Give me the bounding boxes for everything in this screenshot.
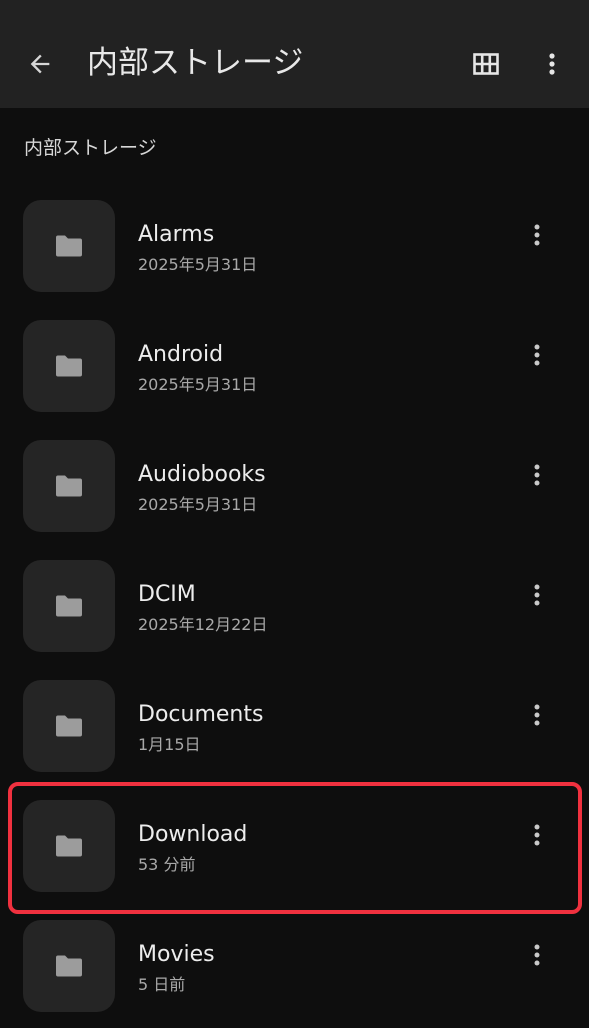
folder-thumbnail: [23, 440, 115, 532]
folder-thumbnail: [23, 320, 115, 412]
item-more-button[interactable]: [515, 693, 559, 737]
folder-thumbnail: [23, 200, 115, 292]
more-options-button[interactable]: [530, 42, 574, 86]
list-item-dcim[interactable]: DCIM 2025年12月22日: [0, 548, 589, 668]
more-vert-icon: [534, 584, 540, 606]
folder-thumbnail: [23, 920, 115, 1012]
item-date: 53 分前: [138, 855, 196, 874]
item-name: Android: [138, 342, 224, 367]
item-name: Audiobooks: [138, 462, 266, 487]
folder-thumbnail: [23, 560, 115, 652]
more-vert-icon: [534, 464, 540, 486]
item-date: 2025年5月31日: [138, 495, 258, 514]
list-item-audiobooks[interactable]: Audiobooks 2025年5月31日: [0, 428, 589, 548]
item-name: Alarms: [138, 222, 215, 247]
folder-icon: [56, 355, 82, 377]
more-vert-icon: [534, 824, 540, 846]
folder-icon: [56, 715, 82, 737]
list-item-alarms[interactable]: Alarms 2025年5月31日: [0, 188, 589, 308]
list-item-movies[interactable]: Movies 5 日前: [0, 908, 589, 1028]
page-title: 内部ストレージ: [87, 45, 304, 81]
item-more-button[interactable]: [515, 453, 559, 497]
item-more-button[interactable]: [515, 573, 559, 617]
item-date: 5 日前: [138, 975, 186, 994]
item-more-button[interactable]: [515, 933, 559, 977]
item-date: 2025年5月31日: [138, 375, 258, 394]
more-vert-icon: [534, 704, 540, 726]
list-item-android[interactable]: Android 2025年5月31日: [0, 308, 589, 428]
top-app-bar: 内部ストレージ: [0, 0, 589, 108]
item-name: Documents: [138, 702, 264, 727]
more-vert-icon: [534, 344, 540, 366]
folder-icon: [56, 595, 82, 617]
list-item-download[interactable]: Download 53 分前: [0, 788, 589, 908]
item-date: 2025年5月31日: [138, 255, 258, 274]
item-name: Movies: [138, 942, 215, 967]
folder-icon: [56, 235, 82, 257]
folder-icon: [56, 835, 82, 857]
folder-icon: [56, 955, 82, 977]
arrow-back-icon: [30, 54, 50, 74]
grid-view-icon: [473, 53, 499, 75]
folder-thumbnail: [23, 680, 115, 772]
more-vert-icon: [549, 53, 555, 75]
folder-icon: [56, 475, 82, 497]
item-date: 1月15日: [138, 735, 201, 754]
back-button[interactable]: [18, 42, 62, 86]
more-vert-icon: [534, 944, 540, 966]
item-more-button[interactable]: [515, 213, 559, 257]
folder-thumbnail: [23, 800, 115, 892]
list-item-documents[interactable]: Documents 1月15日: [0, 668, 589, 788]
item-date: 2025年12月22日: [138, 615, 268, 634]
item-more-button[interactable]: [515, 813, 559, 857]
grid-view-button[interactable]: [464, 42, 508, 86]
item-name: DCIM: [138, 582, 196, 607]
file-list: Alarms 2025年5月31日 Android 2025年5月31日 Aud…: [0, 188, 589, 1028]
item-name: Download: [138, 822, 248, 847]
breadcrumb[interactable]: 内部ストレージ: [24, 134, 157, 162]
more-vert-icon: [534, 224, 540, 246]
item-more-button[interactable]: [515, 333, 559, 377]
